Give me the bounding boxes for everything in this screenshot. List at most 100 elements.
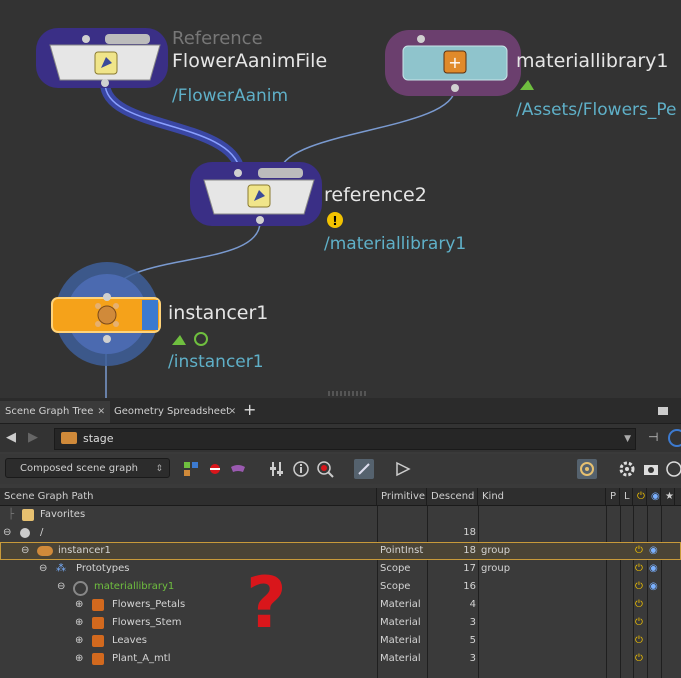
column-p[interactable]: P [606, 488, 620, 505]
close-icon[interactable]: ✕ [97, 401, 105, 423]
svg-text:+: + [448, 53, 461, 72]
collection-icon[interactable] [206, 459, 226, 479]
view-mode-dropdown[interactable]: Composed scene graph ⇕ [5, 458, 170, 478]
row-primitive: PointInst [380, 545, 424, 556]
pane-splitter-handle[interactable] [328, 391, 368, 396]
node-type-label: Reference [172, 28, 263, 49]
select-tool-icon[interactable] [394, 459, 414, 479]
pin-icon[interactable]: ⊣ [648, 430, 658, 444]
node-reference2[interactable]: ! [190, 162, 343, 228]
instancer-icon [95, 303, 119, 327]
columns-icon[interactable] [268, 459, 288, 479]
tree-row-root[interactable]: ⊖ / 18 [0, 524, 681, 542]
annotation-question-mark: ? [246, 562, 287, 644]
maximize-icon[interactable] [658, 407, 668, 415]
expand-icon[interactable]: ⊕ [75, 650, 83, 668]
active-toggle-icon[interactable]: ⏻ [635, 578, 643, 596]
tree-row-material[interactable]: ⊕ Leaves Material 5 ⏻ [0, 632, 681, 650]
back-arrow-icon[interactable]: ◀ [6, 430, 16, 445]
add-tab-icon[interactable]: + [243, 400, 256, 420]
column-favorite-icon[interactable]: ★ [661, 488, 675, 505]
row-primitive: Material [380, 599, 421, 610]
active-toggle-icon[interactable]: ⏻ [635, 560, 643, 578]
collapse-icon[interactable]: ⊖ [39, 560, 47, 578]
material-icon [92, 599, 104, 611]
search-icon[interactable] [316, 459, 336, 479]
info-icon[interactable] [292, 459, 312, 479]
active-toggle-icon[interactable]: ⏻ [635, 596, 643, 614]
row-primitive: Material [380, 653, 421, 664]
tab-geometry-spreadsheet[interactable]: Geometry Spreadsheet ✕ [109, 401, 241, 423]
camera-icon[interactable] [641, 459, 661, 479]
expand-icon[interactable]: ⊕ [75, 614, 83, 632]
chevron-down-icon[interactable]: ▼ [624, 429, 631, 449]
scope-circle-icon [73, 581, 88, 596]
scene-graph-panel: Scene Graph Tree ✕ Geometry Spreadsheet … [0, 398, 681, 678]
link-icon[interactable] [668, 429, 681, 447]
tree-line: ├ [8, 509, 15, 520]
column-descend[interactable]: Descend [427, 488, 478, 505]
history-icon[interactable] [664, 459, 681, 479]
tab-scene-graph-tree[interactable]: Scene Graph Tree ✕ [0, 401, 110, 423]
collapse-icon[interactable]: ⊖ [21, 542, 29, 560]
gear-icon[interactable] [618, 459, 638, 479]
visibility-toggle-icon[interactable]: ◉ [649, 578, 658, 596]
display-flag-icon [172, 335, 186, 345]
column-l[interactable]: L [620, 488, 633, 505]
close-icon[interactable]: ✕ [228, 401, 236, 423]
tree-row-material[interactable]: ⊕ Plant_A_mtl Material 3 ⏻ [0, 650, 681, 668]
column-active-icon[interactable]: ⏻ [633, 488, 647, 505]
point-instancer-icon [37, 546, 53, 556]
node-title: FlowerAanimFile [172, 50, 328, 72]
tab-label: Scene Graph Tree [5, 406, 94, 417]
path-field[interactable]: stage ▼ [54, 428, 636, 450]
row-descend: 17 [463, 563, 476, 574]
node-title: reference2 [324, 184, 427, 206]
display-flag-icon [520, 80, 534, 90]
row-name: instancer1 [58, 545, 111, 556]
row-primitive: Material [380, 617, 421, 628]
pencil-icon[interactable] [354, 459, 374, 479]
column-visibility-icon[interactable]: ◉ [647, 488, 661, 505]
active-toggle-icon[interactable]: ⏻ [635, 542, 643, 560]
tree-row-favorites[interactable]: ├ Favorites [0, 506, 681, 524]
column-header: Scene Graph Path Primitive Descend Kind … [0, 488, 681, 506]
collapse-icon[interactable]: ⊖ [57, 578, 65, 596]
node-materiallibrary1[interactable]: + [385, 30, 534, 96]
node-path: /instancer1 [168, 352, 264, 372]
node-title: instancer1 [168, 302, 269, 324]
tree-row-prototypes[interactable]: ⊖ ⁂ Prototypes Scope 17 group ⏻ ◉ [0, 560, 681, 578]
row-kind: group [481, 563, 511, 574]
node-reference-flower[interactable] [36, 28, 168, 88]
active-toggle-icon[interactable]: ⏻ [635, 614, 643, 632]
tree-row-instancer1[interactable]: ⊖ instancer1 PointInst 18 group ⏻ ◉ [0, 542, 681, 560]
active-toggle-icon[interactable]: ⏻ [635, 650, 643, 668]
path-bar: ◀ ▶ stage ▼ ⊣ [0, 424, 681, 452]
root-icon [20, 528, 30, 538]
active-toggle-icon[interactable]: ⏻ [635, 632, 643, 650]
chevron-updown-icon: ⇕ [155, 464, 163, 474]
row-primitive: Material [380, 635, 421, 646]
visibility-toggle-icon[interactable]: ◉ [649, 560, 658, 578]
path-value: stage [83, 432, 114, 445]
tab-bar: Scene Graph Tree ✕ Geometry Spreadsheet … [0, 398, 681, 424]
column-primitive[interactable]: Primitive [377, 488, 427, 505]
collapse-icon[interactable]: ⊖ [3, 524, 11, 542]
tree-row-materiallibrary1[interactable]: ⊖ materiallibrary1 Scope 16 ⏻ ◉ [0, 578, 681, 596]
column-scene-graph-path[interactable]: Scene Graph Path [0, 488, 377, 505]
mask-icon[interactable] [229, 459, 249, 479]
row-name: Leaves [112, 635, 147, 646]
material-icon [92, 653, 104, 665]
row-descend: 5 [469, 635, 476, 646]
filter-icon[interactable] [182, 459, 202, 479]
expand-icon[interactable]: ⊕ [75, 632, 83, 650]
expand-icon[interactable]: ⊕ [75, 596, 83, 614]
column-kind[interactable]: Kind [478, 488, 606, 505]
forward-arrow-icon[interactable]: ▶ [28, 430, 38, 445]
row-primitive: Scope [380, 581, 411, 592]
target-icon[interactable] [577, 459, 597, 479]
tree-row-material[interactable]: ⊕ Flowers_Stem Material 3 ⏻ [0, 614, 681, 632]
visibility-toggle-icon[interactable]: ◉ [649, 542, 658, 560]
tree-row-material[interactable]: ⊕ Flowers_Petals Material 4 ⏻ [0, 596, 681, 614]
network-editor[interactable]: + ! Reference FlowerAanimFile /FlowerAan… [0, 0, 681, 398]
